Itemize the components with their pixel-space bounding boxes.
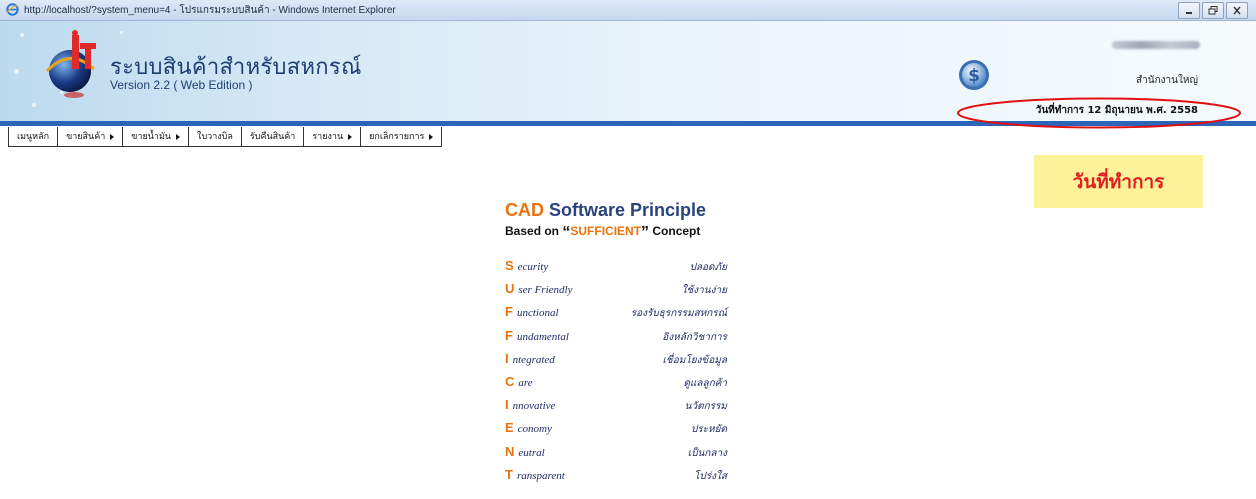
submenu-arrow-icon (176, 133, 181, 140)
principle-letter: I (505, 397, 509, 413)
principle-letter: N (505, 443, 515, 459)
submenu-arrow-icon (429, 133, 434, 140)
menu-item-label: รับคืนสินค้า (249, 131, 296, 142)
close-icon[interactable] (1226, 2, 1248, 19)
menu-item[interactable]: ใบวางบิล (189, 127, 242, 146)
principle-row: Integrated เชื่อมโยงข้อมูล (505, 351, 727, 374)
principle-thai: โปร่งใส (694, 470, 727, 482)
principle-subtitle-highlight: SUFFICIENT (570, 224, 642, 238)
principle-row: Security ปลอดภัย (505, 258, 727, 281)
app-version: Version 2.2 ( Web Edition ) (110, 78, 253, 92)
principle-row: Fundamental อิงหลักวิชาการ (505, 328, 727, 351)
principle-letter: S (505, 258, 514, 273)
principle-english: Neutral (505, 444, 545, 459)
principle-word: conomy (517, 423, 552, 436)
ie-browser-icon (6, 3, 19, 16)
principle-letter: U (505, 281, 515, 297)
principle-word: ransparent (516, 469, 565, 482)
principle-row: Care ดูแลลูกค้า (505, 374, 727, 397)
principle-english: Care (505, 374, 533, 389)
principle-row: Neutral เป็นกลาง (505, 444, 727, 467)
principle-english: Innovative (505, 397, 555, 412)
dollar-icon[interactable]: $ (958, 59, 990, 91)
principle-word: ntegrated (512, 353, 555, 366)
principle-letter: E (505, 420, 514, 436)
menu-item-label: ใบวางบิล (197, 131, 233, 142)
principle-word: are (518, 376, 533, 389)
principle-letter: C (505, 373, 515, 389)
principle-english: User Friendly (505, 281, 572, 296)
principle-title: CAD Software Principle (505, 200, 706, 221)
principle-word: eutral (518, 446, 545, 459)
menu-item[interactable]: เมนูหลัก (9, 127, 59, 146)
principle-row: Economy ประหยัด (505, 420, 727, 443)
blurred-cooperative-name (1112, 41, 1200, 49)
menu-item-label: ขายน้ำมัน (131, 131, 172, 142)
menu-item[interactable]: ขายน้ำมัน (123, 127, 190, 146)
principle-word: ser Friendly (518, 284, 573, 297)
principle-thai: ใช้งานง่าย (681, 285, 727, 297)
principle-thai: ดูแลลูกค้า (683, 377, 727, 389)
menu-item-label: เมนูหลัก (17, 131, 50, 142)
svg-text:$: $ (968, 66, 980, 86)
principle-title-cad: CAD (505, 200, 544, 220)
principle-thai: อิงหลักวิชาการ (662, 331, 727, 343)
callout-label: วันที่ทำการ (1034, 155, 1203, 208)
principle-english: Integrated (505, 351, 555, 366)
principle-thai: รองรับธุรกรรมสหกรณ์ (630, 308, 727, 320)
callout-text: วันที่ทำการ (1072, 170, 1165, 193)
principle-title-rest: Software Principle (544, 200, 707, 220)
principle-letter: I (505, 350, 509, 366)
principle-subtitle: Based on “SUFFICIENT” Concept (505, 224, 700, 242)
principle-list: Security ปลอดภัย User Friendly ใช้งานง่าย Fu… (505, 258, 727, 490)
principle-word: nnovative (512, 400, 556, 413)
close-quote: ” (641, 224, 650, 241)
principle-subtitle-after: Concept (649, 224, 701, 238)
principle-english: Economy (505, 420, 552, 435)
submenu-arrow-icon (110, 133, 115, 140)
submenu-arrow-icon (348, 133, 353, 140)
principle-thai: ประหยัด (690, 424, 727, 436)
principle-thai: ปลอดภัย (689, 262, 727, 273)
branch-name: สำนักงานใหญ่ (1136, 75, 1198, 86)
principle-letter: F (505, 304, 513, 320)
menu-item-label: ยกเลิกรายการ (369, 131, 425, 142)
menu-item[interactable]: รายงาน (304, 127, 362, 146)
principle-thai: เชื่อมโยงข้อมูล (662, 354, 727, 366)
principle-english: Security (505, 258, 548, 273)
menu-item[interactable]: ยกเลิกรายการ (361, 127, 441, 146)
principle-row: Transparent โปร่งใส (505, 467, 727, 490)
principle-thai: เป็นกลาง (687, 447, 727, 459)
principle-row: Innovative นวัตกรรม (505, 397, 727, 420)
principle-english: Transparent (505, 467, 565, 482)
main-menu-bar: เมนูหลัก ขายสินค้า ขายน้ำมัน ใบวางบิล รับคืน… (8, 127, 443, 147)
window-titlebar: http://localhost/?system_menu=4 - โปรแกร… (0, 0, 1256, 21)
principle-english: Fundamental (505, 328, 569, 343)
principle-subtitle-before: Based on (505, 224, 563, 238)
menu-item-label: รายงาน (312, 131, 344, 142)
principle-letter: T (505, 466, 513, 482)
menu-item[interactable]: รับคืนสินค้า (242, 127, 305, 146)
highlight-ellipse (957, 97, 1241, 129)
app-logo (45, 30, 96, 98)
window-title: http://localhost/?system_menu=4 - โปรแกร… (24, 5, 396, 16)
principle-thai: นวัตกรรม (684, 401, 727, 413)
minimize-icon[interactable] (1178, 2, 1200, 19)
principle-row: Functional รองรับธุรกรรมสหกรณ์ (505, 304, 727, 327)
principle-word: ecurity (517, 261, 549, 273)
menu-item-label: ขายสินค้า (66, 131, 106, 142)
menu-item[interactable]: ขายสินค้า (58, 127, 124, 146)
principle-word: unctional (516, 307, 559, 320)
principle-word: undamental (516, 330, 569, 343)
principle-row: User Friendly ใช้งานง่าย (505, 281, 727, 304)
restore-icon[interactable] (1202, 2, 1224, 19)
principle-english: Functional (505, 304, 559, 319)
principle-letter: F (505, 327, 513, 343)
